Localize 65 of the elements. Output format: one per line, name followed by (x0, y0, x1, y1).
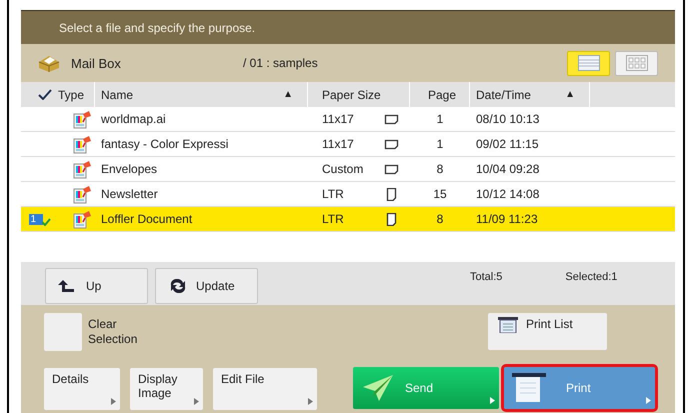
checkmark-icon (40, 218, 50, 226)
column-header[interactable]: Page (428, 88, 456, 102)
file-row[interactable]: fantasy - Color Expressi 11x17 1 09/02 11:15 (21, 132, 675, 157)
column-header[interactable]: Name (101, 88, 134, 102)
file-row[interactable]: Envelopes Custom 8 10/04 09:28 (21, 157, 675, 182)
grid-view-icon (626, 55, 648, 71)
update-button[interactable]: Update (155, 268, 258, 304)
file-row[interactable]: 1 Loffler Document LTR 8 11/09 11:23 (21, 207, 675, 232)
table-cell-text: 11/09 11:23 (475, 211, 539, 228)
table-cell-text: 10/04 09:28 (475, 161, 540, 178)
arrow-icon (308, 398, 313, 405)
table-cell-text: Envelopes (100, 161, 158, 178)
table-cell-text: 1 (436, 111, 444, 128)
print-list-button[interactable]: Print List (488, 313, 607, 350)
table-cell-text: Custom (321, 162, 364, 176)
mailbox-label: Mail Box (71, 56, 122, 70)
table-cell-text: Newsletter (100, 186, 159, 203)
sort-indicator[interactable]: ▲ (283, 89, 293, 100)
table-cell-text: 11x17 (321, 137, 355, 151)
arrow-icon (490, 397, 495, 404)
document-icon (73, 134, 92, 154)
table-cell-text: 10/12 14:08 (475, 186, 540, 203)
table-cell-text: 1 (436, 136, 444, 153)
selected-count: Selected:1 (565, 271, 618, 283)
table-cell-text: 8 (436, 161, 444, 178)
document-icon (498, 317, 518, 333)
list-view-button[interactable] (567, 50, 610, 76)
table-cell-text: LTR (321, 187, 345, 201)
document-icon (73, 184, 92, 204)
folder-path: / 01 : samples (243, 56, 319, 70)
table-cell-text: 8 (436, 211, 444, 228)
up-button[interactable]: Up (45, 268, 148, 304)
checkmark-icon (38, 89, 52, 100)
table-cell-text: 11x17 (321, 112, 355, 126)
clear-selection-label: Clear Selection (88, 317, 138, 347)
instruction-text: Select a file and specify the purpose. (59, 20, 256, 34)
action-button[interactable]: Details (44, 368, 120, 410)
action-button[interactable]: Display Image (130, 368, 203, 410)
list-view-icon (578, 55, 600, 71)
file-row[interactable]: worldmap.ai 11x17 1 08/10 10:13 (21, 107, 675, 132)
document-icon (73, 160, 92, 178)
column-header[interactable]: Paper Size (322, 88, 381, 102)
table-cell-text: fantasy - Color Expressi (100, 136, 230, 153)
document-icon (73, 110, 92, 128)
table-cell-text: 09/02 11:15 (475, 136, 540, 153)
sort-indicator[interactable]: ▲ (565, 89, 575, 100)
printer-icon (512, 373, 546, 403)
table-cell-text: worldmap.ai (100, 111, 167, 128)
thumbnail-view-button[interactable] (615, 50, 658, 76)
paper-plane-icon (361, 373, 395, 403)
column-header[interactable]: Date/Time (476, 88, 531, 102)
column-header[interactable]: Type (58, 88, 84, 102)
table-cell-text: LTR (321, 212, 345, 226)
document-icon (73, 210, 92, 228)
selection-number: 1 (28, 214, 42, 224)
table-cell-text: Loffler Document (100, 211, 194, 228)
action-button[interactable]: Edit File (213, 368, 317, 410)
table-cell-text: 15 (432, 186, 448, 203)
table-cell-text: 08/10 10:13 (475, 111, 540, 128)
arrow-icon (646, 397, 651, 404)
refresh-icon (168, 279, 188, 293)
arrow-icon (111, 398, 116, 405)
mailbox-icon (37, 53, 61, 73)
arrow-icon (194, 398, 199, 405)
total-count: Total:5 (470, 271, 502, 283)
